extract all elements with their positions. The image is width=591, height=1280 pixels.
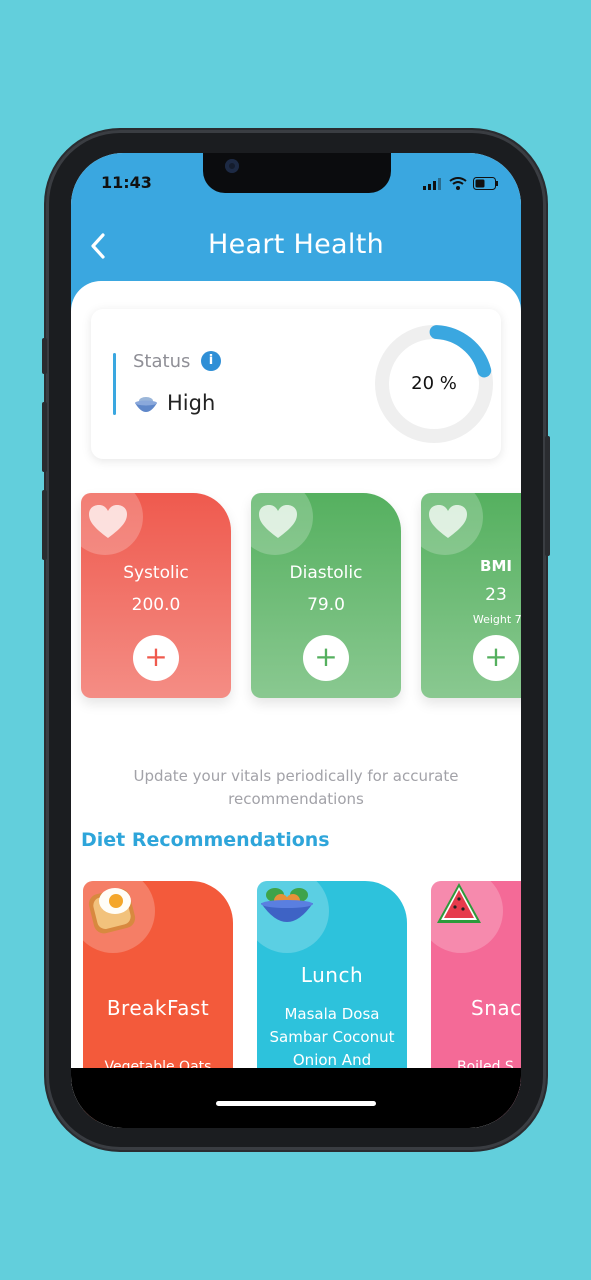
status-value: High xyxy=(167,391,216,415)
vital-sub: Weight 70.0 xyxy=(472,613,521,626)
volume-up-button xyxy=(42,402,47,472)
vital-value: 200.0 xyxy=(131,595,181,615)
status-card: Status i High 20 % xyxy=(91,309,501,459)
info-icon[interactable]: i xyxy=(201,351,221,371)
power-button xyxy=(545,436,550,556)
wifi-icon xyxy=(449,177,467,190)
camera-icon xyxy=(225,159,239,173)
add-systolic-button[interactable]: + xyxy=(133,635,179,681)
gauge-progress-arc xyxy=(429,325,492,378)
phone-frame: 11:43 Heart Health Status i High 20 % Sy… xyxy=(42,130,550,1150)
meal-title: Lunch xyxy=(300,963,364,987)
vital-card-systolic[interactable]: Systolic 200.0 + xyxy=(81,493,231,698)
update-hint: Update your vitals periodically for accu… xyxy=(133,767,459,808)
signal-icon xyxy=(423,177,441,190)
vitals-carousel[interactable]: Systolic 200.0 + Diastolic 79.0 + BMI 23… xyxy=(71,493,521,703)
meal-desc: Masala Dosa Sambar Coconut Onion And xyxy=(269,1005,395,1069)
status-label: Status xyxy=(133,351,191,372)
status-icons xyxy=(423,177,499,190)
add-diastolic-button[interactable]: + xyxy=(303,635,349,681)
heart-icon xyxy=(259,505,297,538)
heart-icon xyxy=(429,505,467,538)
meal-title: BreakFast xyxy=(106,996,210,1020)
page-title: Heart Health xyxy=(208,229,384,260)
home-bar-area xyxy=(71,1068,521,1128)
meal-title: Snac xyxy=(471,996,521,1020)
vital-name: Diastolic xyxy=(289,563,363,583)
vital-card-bmi[interactable]: BMI 23 Weight 70.0 + xyxy=(421,493,521,698)
vital-value: 79.0 xyxy=(307,595,345,615)
vital-name: Systolic xyxy=(123,563,189,583)
notch xyxy=(203,153,391,193)
status-accent-line xyxy=(113,353,116,415)
salad-bowl-icon xyxy=(261,888,313,922)
gauge-percent-text: 20 % xyxy=(411,373,457,394)
heart-icon xyxy=(89,505,127,538)
volume-down-button xyxy=(42,490,47,560)
vital-card-diastolic[interactable]: Diastolic 79.0 + xyxy=(251,493,401,698)
egg-toast-icon xyxy=(88,888,136,934)
add-bmi-button[interactable]: + xyxy=(473,635,519,681)
vital-name: BMI xyxy=(480,557,512,575)
status-time: 11:43 xyxy=(101,173,152,192)
mute-switch xyxy=(42,338,47,374)
vital-value: 23 xyxy=(485,585,507,605)
status-level-icon xyxy=(135,397,157,412)
diet-section-title: Diet Recommendations xyxy=(81,829,330,851)
app-screen: 11:43 Heart Health Status i High 20 % Sy… xyxy=(71,153,521,1128)
home-indicator[interactable] xyxy=(216,1101,376,1106)
battery-icon xyxy=(473,177,498,190)
watermelon-icon xyxy=(437,883,481,923)
